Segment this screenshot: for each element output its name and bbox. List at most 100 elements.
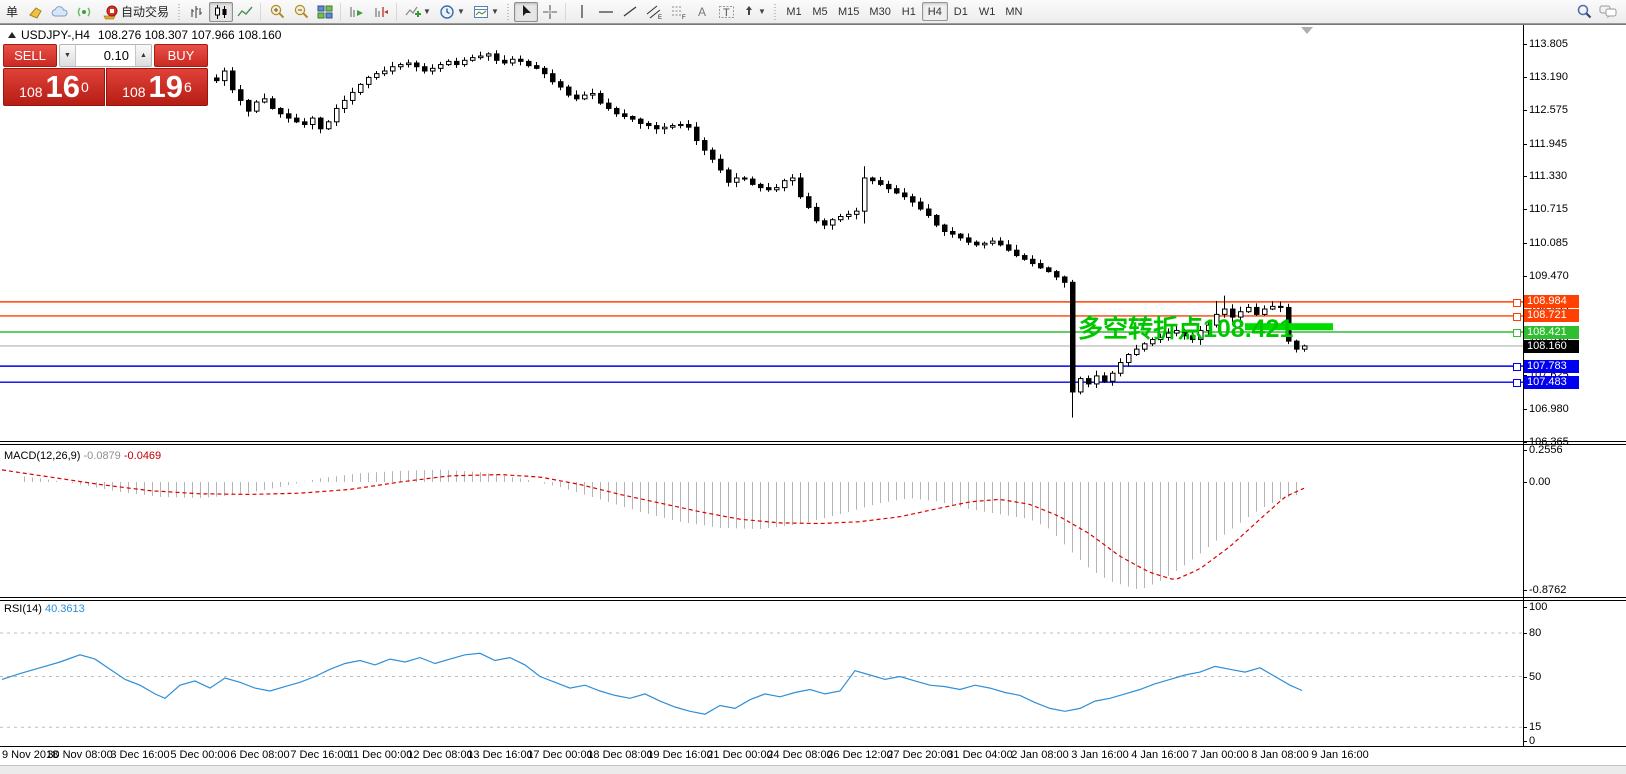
- buy-button[interactable]: BUY: [154, 44, 208, 67]
- rsi-tick-mark: [1523, 741, 1527, 742]
- candlestick-chart-button[interactable]: [209, 2, 233, 22]
- line-handle[interactable]: [1513, 313, 1521, 321]
- line-handle[interactable]: [1513, 363, 1521, 371]
- timeframe-m30[interactable]: M30: [864, 2, 895, 21]
- search-icon: [1576, 3, 1593, 20]
- new-order-button[interactable]: 单: [0, 2, 24, 22]
- candle-bull: [1111, 373, 1116, 381]
- horizontal-line-tool[interactable]: [594, 2, 618, 22]
- profile-icon[interactable]: [24, 2, 48, 22]
- candle-bull: [983, 243, 988, 245]
- bid-quote-button[interactable]: 108160: [3, 68, 105, 106]
- timeframe-m5[interactable]: M5: [807, 2, 833, 21]
- crosshair-tool[interactable]: [538, 2, 562, 22]
- candle-bull: [359, 84, 364, 92]
- date-tick-label: 4 Jan 16:00: [1131, 749, 1189, 761]
- toolbar-separator: [260, 3, 262, 21]
- date-tick-label: 7 Dec 16:00: [290, 749, 349, 761]
- bid-pips: 16: [46, 71, 80, 102]
- volume-up-button[interactable]: ▲: [135, 45, 151, 66]
- candle-bull: [1079, 379, 1084, 392]
- timeframe-mn[interactable]: MN: [1000, 2, 1027, 21]
- macd-signal-line: [2, 470, 1304, 579]
- main-toolbar: 单 自动交易: [0, 0, 1626, 24]
- line-handle[interactable]: [1513, 329, 1521, 337]
- ask-quote-button[interactable]: 108196: [106, 68, 208, 106]
- cursor-icon: [519, 4, 533, 19]
- candle-bear: [1047, 268, 1052, 272]
- text-label-tool[interactable]: T: [714, 2, 738, 22]
- timeframe-m1[interactable]: M1: [781, 2, 807, 21]
- zoom-in-button[interactable]: [265, 2, 289, 22]
- bar-chart-button[interactable]: [185, 2, 209, 22]
- candle-bear: [1295, 341, 1300, 349]
- cloud-icon[interactable]: [48, 2, 72, 22]
- auto-scroll-button[interactable]: [345, 2, 369, 22]
- macd-tick-mark: [1523, 482, 1527, 483]
- crosshair-icon: [542, 4, 558, 20]
- line-chart-button[interactable]: [233, 2, 257, 22]
- date-tick-label: 3 Dec 16:00: [110, 749, 169, 761]
- sell-button[interactable]: SELL: [3, 44, 57, 67]
- candle-bull: [471, 58, 476, 61]
- signals-icon[interactable]: [72, 2, 96, 22]
- date-tick-label: 31 Dec 04:00: [947, 749, 1012, 761]
- tile-windows-button[interactable]: [313, 2, 337, 22]
- trendline-tool[interactable]: [618, 2, 642, 22]
- candle-bear: [231, 71, 236, 90]
- text-tool[interactable]: A: [690, 2, 714, 22]
- templates-dropdown[interactable]: ▼: [469, 2, 503, 22]
- autotrading-button[interactable]: 自动交易: [96, 2, 174, 22]
- candle-bear: [535, 66, 540, 69]
- chart-annotation-text[interactable]: 多空转折点108.421: [1078, 309, 1293, 345]
- chart-plot-area[interactable]: [0, 0, 1626, 773]
- candle-bear: [527, 61, 532, 65]
- equidistant-channel-tool[interactable]: E: [642, 2, 666, 22]
- fibonacci-tool[interactable]: F: [666, 2, 690, 22]
- line-handle[interactable]: [1513, 379, 1521, 387]
- volume-value[interactable]: 0.10: [76, 45, 135, 66]
- timeframe-h1[interactable]: H1: [896, 2, 922, 21]
- zoom-out-button[interactable]: [289, 2, 313, 22]
- candle-bear: [415, 63, 420, 67]
- candle-bear: [647, 123, 652, 125]
- timeframe-d1[interactable]: D1: [948, 2, 974, 21]
- timeframe-h4[interactable]: H4: [922, 2, 948, 21]
- one-click-trading-panel: SELL ▼ 0.10 ▲ BUY 108160 108196: [3, 44, 208, 106]
- date-tick-label: 17 Dec 00:00: [527, 749, 592, 761]
- candle-bear: [1103, 376, 1108, 381]
- candle-bear: [935, 215, 940, 225]
- chart-shift-button[interactable]: [369, 2, 393, 22]
- price-tick-label: 113.190: [1529, 71, 1568, 83]
- search-button[interactable]: [1572, 1, 1596, 21]
- timeframe-m15[interactable]: M15: [833, 2, 864, 21]
- candle-bear: [1007, 245, 1012, 250]
- chat-icon: [1599, 3, 1618, 19]
- vertical-line-tool[interactable]: [570, 2, 594, 22]
- indicators-dropdown[interactable]: ▼: [401, 2, 435, 22]
- candle-bull: [263, 99, 268, 102]
- date-tick-label: 12 Dec 08:00: [407, 749, 472, 761]
- candle-bear: [1023, 256, 1028, 260]
- candle-bear: [711, 150, 716, 159]
- cursor-tool[interactable]: [514, 2, 538, 22]
- periods-dropdown[interactable]: ▼: [435, 2, 469, 22]
- line-handle[interactable]: [1513, 299, 1521, 307]
- bid-big-figure: 108: [19, 82, 42, 102]
- chat-button[interactable]: [1596, 1, 1620, 21]
- candle-bear: [1071, 282, 1076, 392]
- candle-bull: [783, 181, 788, 188]
- candle-bear: [1279, 306, 1284, 307]
- candle-bull: [847, 214, 852, 216]
- price-tick-label: 106.980: [1529, 403, 1569, 415]
- candle-bull: [1303, 346, 1308, 349]
- price-tick-mark: [1523, 44, 1527, 45]
- timeframe-w1[interactable]: W1: [974, 2, 1001, 21]
- candle-bull: [1095, 376, 1100, 384]
- candle-bear: [719, 159, 724, 170]
- rsi-tick-mark: [1523, 727, 1527, 728]
- price-tick-label: 113.805: [1529, 38, 1568, 50]
- price-tick-mark: [1523, 77, 1527, 78]
- volume-down-button[interactable]: ▼: [60, 45, 76, 66]
- arrows-dropdown[interactable]: ▼: [738, 2, 770, 22]
